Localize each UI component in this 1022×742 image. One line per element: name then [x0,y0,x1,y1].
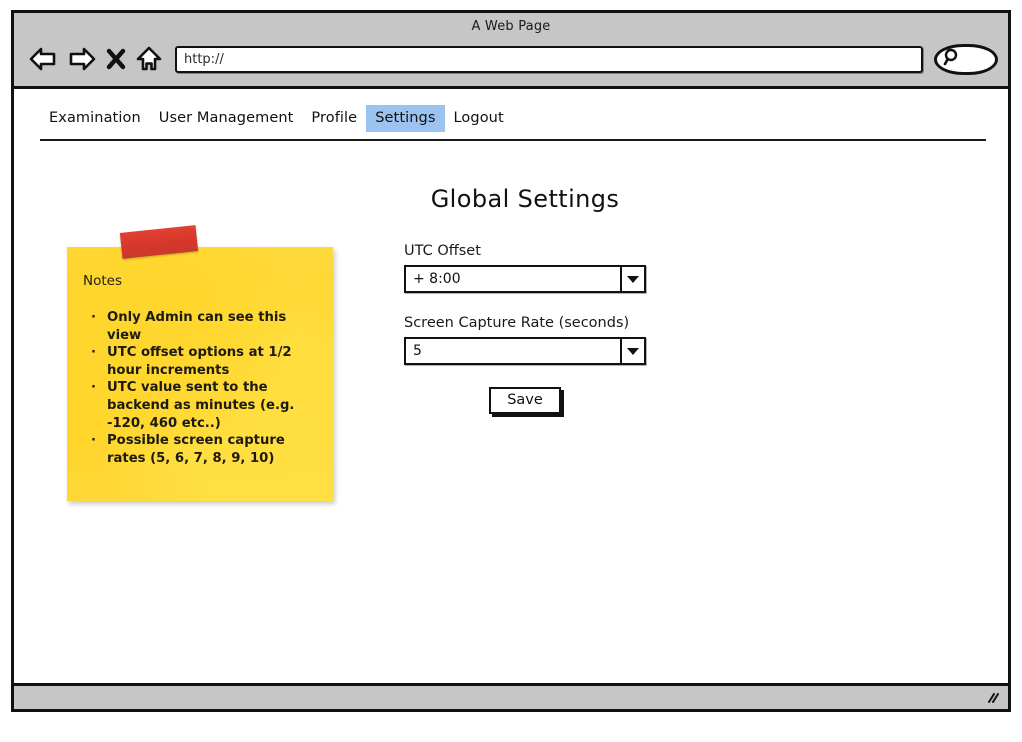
window-title: A Web Page [471,19,551,34]
note-bullet-spacer [91,450,107,468]
browser-nav-icons [28,45,163,73]
screen-capture-rate-value[interactable]: 5 [406,339,620,363]
browser-toolbar: http:// [14,35,1008,83]
notes-title: Notes [83,273,122,289]
note-line: hour increments [91,362,325,380]
note-line: rates (5, 6, 7, 8, 9, 10) [91,450,325,468]
page-title: Global Settings [430,185,620,213]
notes-list: · Only Admin can see this view · UTC off… [91,309,325,467]
nav-item-user-management[interactable]: User Management [150,105,303,132]
note-bullet-spacer [91,415,107,433]
note-bullet-spacer [91,397,107,415]
main-navigation: Examination User Management Profile Sett… [14,89,1008,135]
note-line: · Possible screen capture [91,432,325,450]
resize-grip-icon[interactable] [985,691,1001,705]
search-icon[interactable] [942,47,962,71]
nav-item-logout[interactable]: Logout [445,105,513,132]
chevron-down-icon[interactable] [620,339,644,363]
note-bullet-spacer [91,362,107,380]
note-bullet-icon: · [91,345,96,361]
save-button[interactable]: Save [489,387,561,414]
nav-item-examination[interactable]: Examination [40,105,150,132]
content-area: Notes · Only Admin can see this view · U… [14,141,1008,683]
note-bullet-icon: · [91,310,96,325]
nav-item-profile[interactable]: Profile [302,105,366,132]
note-line-text: Possible screen capture [107,433,285,449]
url-bar[interactable]: http:// [175,45,923,73]
search-box[interactable] [934,43,998,75]
note-line-text: backend as minutes (e.g. [107,397,295,413]
utc-offset-label: UTC Offset [404,243,481,259]
save-button-row: Save [404,387,646,414]
note-line-text: rates (5, 6, 7, 8, 9, 10) [107,450,275,466]
back-arrow-icon[interactable] [28,46,58,72]
note-line-text: UTC value sent to the [107,380,268,396]
chevron-down-icon[interactable] [620,267,644,291]
status-bar [14,683,1008,709]
note-line-text: Only Admin can see this view [107,310,287,343]
note-line: · UTC offset options at 1/2 [91,344,325,362]
screen-capture-rate-label: Screen Capture Rate (seconds) [404,315,630,331]
note-line: -120, 460 etc..) [91,415,325,433]
screen-capture-rate-dropdown[interactable]: 5 [404,337,646,365]
close-x-icon[interactable] [106,46,126,72]
note-line-text: hour increments [107,362,230,378]
browser-chrome: A Web Page http:// [14,13,1008,89]
page-body: Examination User Management Profile Sett… [14,89,1008,709]
utc-offset-dropdown[interactable]: + 8:00 [404,265,646,293]
note-line-text: -120, 460 etc..) [107,415,221,431]
notes-sticky-note: Notes · Only Admin can see this view · U… [67,247,333,501]
global-settings-form: Global Settings UTC Offset + 8:00 Screen… [404,185,704,414]
utc-offset-value[interactable]: + 8:00 [406,267,620,291]
note-line: backend as minutes (e.g. [91,397,325,415]
note-line: · UTC value sent to the [91,379,325,397]
note-bullet-icon: · [91,433,96,449]
home-icon[interactable] [135,45,163,73]
note-line-text: UTC offset options at 1/2 [107,345,292,361]
nav-item-settings[interactable]: Settings [366,104,445,132]
note-bullet-icon: · [91,380,96,396]
browser-window: A Web Page http:// Examination User Mana… [11,10,1011,712]
forward-arrow-icon[interactable] [67,46,97,72]
note-line: · Only Admin can see this view [91,309,325,344]
url-input[interactable]: http:// [184,52,224,67]
